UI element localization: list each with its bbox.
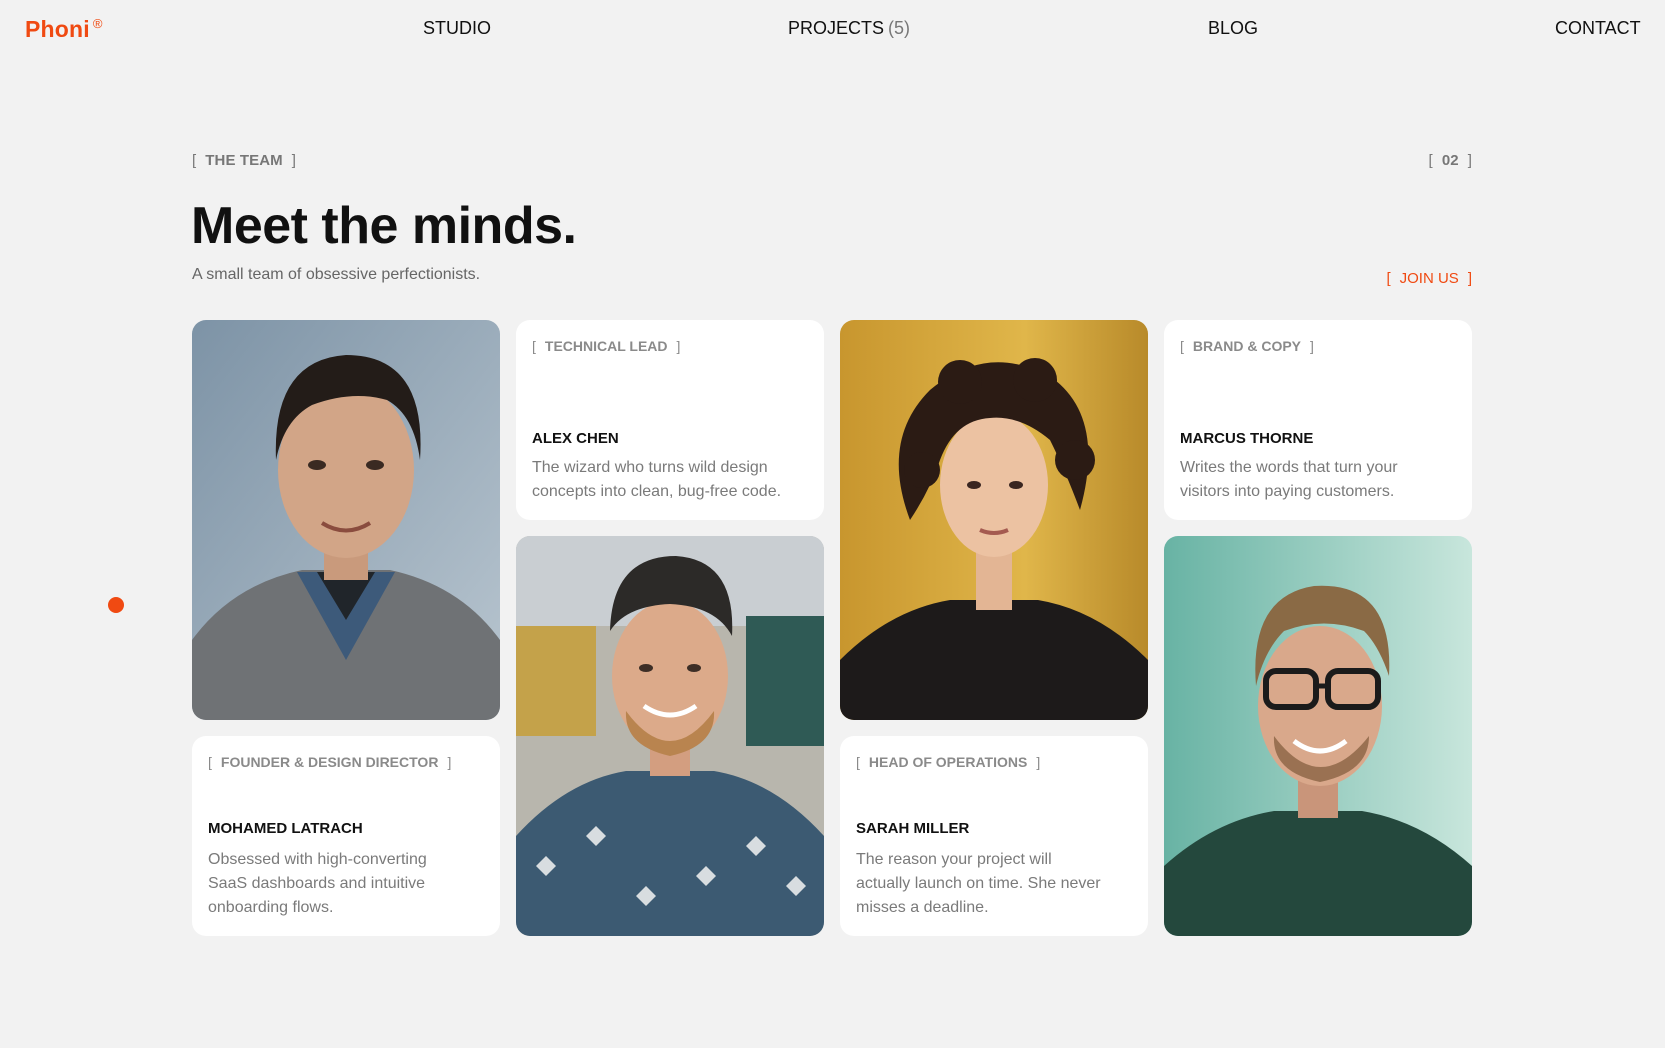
- nav-projects-label: PROJECTS: [788, 18, 885, 38]
- team-name: ALEX CHEN: [532, 430, 619, 447]
- portrait-man-backwards-cap-image: [516, 536, 824, 936]
- join-us-label: JOIN US: [1399, 270, 1459, 287]
- team-role-label: FOUNDER & DESIGN DIRECTOR: [220, 754, 439, 770]
- portrait-woman-curly-hair-image: [840, 320, 1148, 720]
- team-bio: The reason your project will actually la…: [856, 851, 1101, 916]
- team-role-label: BRAND & COPY: [1192, 338, 1302, 354]
- nav-link-blog[interactable]: BLOG: [1208, 18, 1258, 39]
- nav-link-contact[interactable]: CONTACT: [1555, 18, 1641, 39]
- section-index-number: 02: [1441, 152, 1459, 169]
- team-card-alex-chen: [TECHNICAL LEAD] ALEX CHEN The wizard wh…: [516, 320, 824, 520]
- photo-alex-chen: [516, 536, 824, 936]
- top-navigation: Phoni ® STUDIO PROJECTS (5) BLOG CONTACT: [0, 0, 1665, 58]
- team-role-label: HEAD OF OPERATIONS: [868, 754, 1028, 770]
- team-role: [FOUNDER & DESIGN DIRECTOR]: [208, 754, 452, 770]
- team-role: [HEAD OF OPERATIONS]: [856, 754, 1041, 770]
- logo[interactable]: Phoni ®: [25, 16, 103, 43]
- join-us-link[interactable]: [JOIN US]: [1386, 270, 1472, 287]
- team-role-label: TECHNICAL LEAD: [544, 338, 668, 354]
- page-subtitle: A small team of obsessive perfectionists…: [192, 266, 481, 283]
- nav-link-projects[interactable]: PROJECTS (5): [788, 18, 910, 39]
- team-card-sarah-miller: [HEAD OF OPERATIONS] SARAH MILLER The re…: [840, 736, 1148, 936]
- portrait-man-glasses-image: [1164, 536, 1472, 936]
- team-card-mohamed-latrach: [FOUNDER & DESIGN DIRECTOR] MOHAMED LATR…: [192, 736, 500, 936]
- logo-text: Phoni: [25, 16, 90, 42]
- team-bio: Obsessed with high-converting SaaS dashb…: [208, 851, 427, 916]
- section-tag: [THE TEAM]: [192, 152, 297, 169]
- team-role: [TECHNICAL LEAD]: [532, 338, 681, 354]
- section-tag-label: THE TEAM: [205, 152, 283, 169]
- portrait-man-gray-sweater-image: [192, 320, 500, 720]
- team-role: [BRAND & COPY]: [1180, 338, 1314, 354]
- page-title: Meet the minds.: [191, 197, 577, 255]
- accent-dot: [108, 597, 124, 613]
- team-name: MARCUS THORNE: [1180, 430, 1314, 447]
- photo-marcus-thorne: [1164, 536, 1472, 936]
- photo-sarah-miller: [840, 320, 1148, 720]
- photo-mohamed-latrach: [192, 320, 500, 720]
- team-bio: Writes the words that turn your visitors…: [1180, 459, 1398, 500]
- team-card-marcus-thorne: [BRAND & COPY] MARCUS THORNE Writes the …: [1164, 320, 1472, 520]
- team-name: MOHAMED LATRACH: [208, 820, 363, 837]
- team-bio: The wizard who turns wild design concept…: [532, 459, 782, 500]
- registered-mark: ®: [92, 16, 103, 31]
- section-index: [02]: [1428, 152, 1472, 169]
- team-name: SARAH MILLER: [856, 820, 970, 837]
- nav-link-studio[interactable]: STUDIO: [423, 18, 491, 39]
- projects-count: (5): [888, 18, 911, 38]
